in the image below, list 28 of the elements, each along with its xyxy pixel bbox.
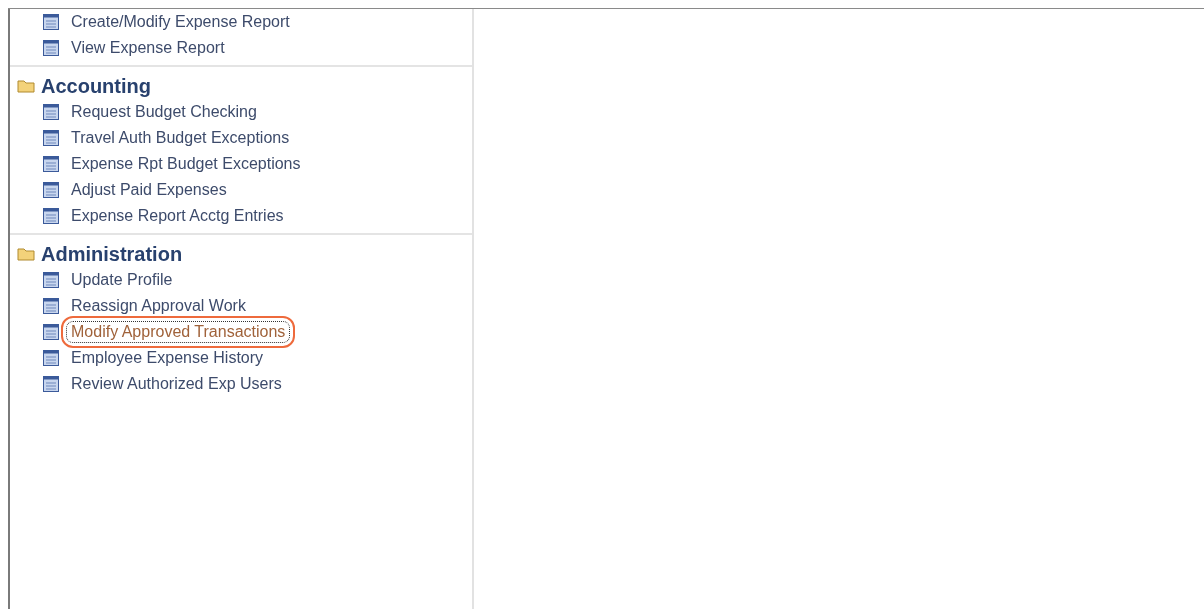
menu-link[interactable]: Create/Modify Expense Report <box>67 10 294 34</box>
page-icon <box>43 40 59 56</box>
page-icon <box>43 182 59 198</box>
menu-link[interactable]: Modify Approved Transactions <box>61 316 296 348</box>
folder-icon <box>17 247 35 261</box>
menu-link[interactable]: Reassign Approval Work <box>67 294 250 318</box>
page-icon <box>43 130 59 146</box>
menu-link[interactable]: Adjust Paid Expenses <box>67 178 231 202</box>
menu-link[interactable]: Update Profile <box>67 268 177 292</box>
menu-link[interactable]: Expense Report Acctg Entries <box>67 204 288 228</box>
menu-link[interactable]: Travel Auth Budget Exceptions <box>67 126 294 150</box>
section-heading: Accounting <box>41 74 151 98</box>
page-icon <box>43 208 59 224</box>
page-icon <box>43 350 59 366</box>
menu-link[interactable]: Review Authorized Exp Users <box>67 372 286 396</box>
menu-link[interactable]: Expense Rpt Budget Exceptions <box>67 152 305 176</box>
page-icon <box>43 298 59 314</box>
page-icon <box>43 272 59 288</box>
menu-link[interactable]: View Expense Report <box>67 36 229 60</box>
menu-link[interactable]: Request Budget Checking <box>67 100 261 124</box>
page-icon <box>43 376 59 392</box>
page-icon <box>43 324 59 340</box>
section-heading: Administration <box>41 242 183 266</box>
page-icon <box>43 14 59 30</box>
page-icon <box>43 156 59 172</box>
menu-link[interactable]: Employee Expense History <box>67 346 268 370</box>
page-icon <box>43 104 59 120</box>
folder-icon <box>17 79 35 93</box>
